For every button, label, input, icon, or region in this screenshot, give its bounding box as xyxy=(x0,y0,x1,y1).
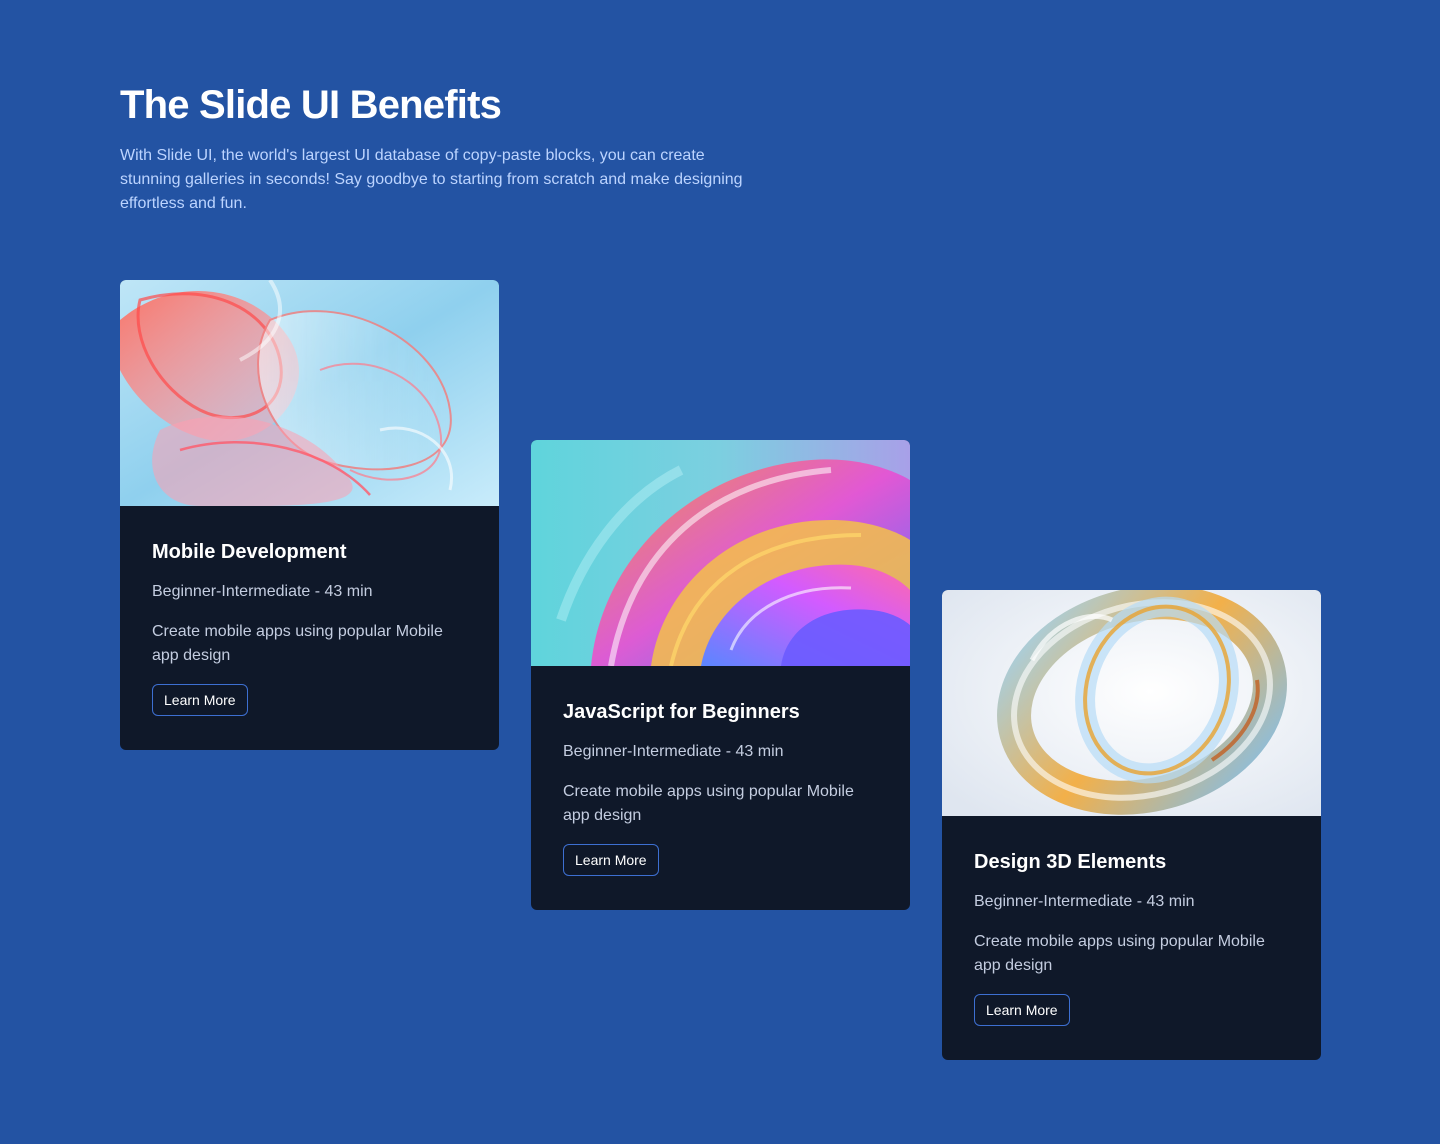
card-meta: Beginner-Intermediate - 43 min xyxy=(974,893,1195,910)
course-card-design-3d-elements: Design 3D Elements Beginner-Intermediate… xyxy=(942,590,1321,1060)
abstract-glass-ring-image xyxy=(942,590,1321,816)
learn-more-button[interactable]: Learn More xyxy=(974,994,1070,1026)
card-title: Design 3D Elements xyxy=(974,851,1167,873)
abstract-iridescent-swirl-image xyxy=(531,440,910,666)
course-card-mobile-development: Mobile Development Beginner-Intermediate… xyxy=(120,280,499,750)
learn-more-button[interactable]: Learn More xyxy=(563,844,659,876)
learn-more-button[interactable]: Learn More xyxy=(152,684,248,716)
card-description: Create mobile apps using popular Mobile … xyxy=(563,783,854,824)
card-meta: Beginner-Intermediate - 43 min xyxy=(152,583,373,600)
benefits-section: The Slide UI Benefits With Slide UI, the… xyxy=(0,0,1440,1144)
abstract-glass-petals-image xyxy=(120,280,499,506)
card-title: JavaScript for Beginners xyxy=(563,701,800,723)
card-description: Create mobile apps using popular Mobile … xyxy=(974,933,1265,974)
page-title: The Slide UI Benefits xyxy=(120,83,502,127)
page-subtitle: With Slide UI, the world's largest UI da… xyxy=(120,147,743,212)
card-description: Create mobile apps using popular Mobile … xyxy=(152,623,443,664)
course-card-javascript-for-beginners: JavaScript for Beginners Beginner-Interm… xyxy=(531,440,910,910)
card-title: Mobile Development xyxy=(152,541,347,563)
card-meta: Beginner-Intermediate - 43 min xyxy=(563,743,784,760)
